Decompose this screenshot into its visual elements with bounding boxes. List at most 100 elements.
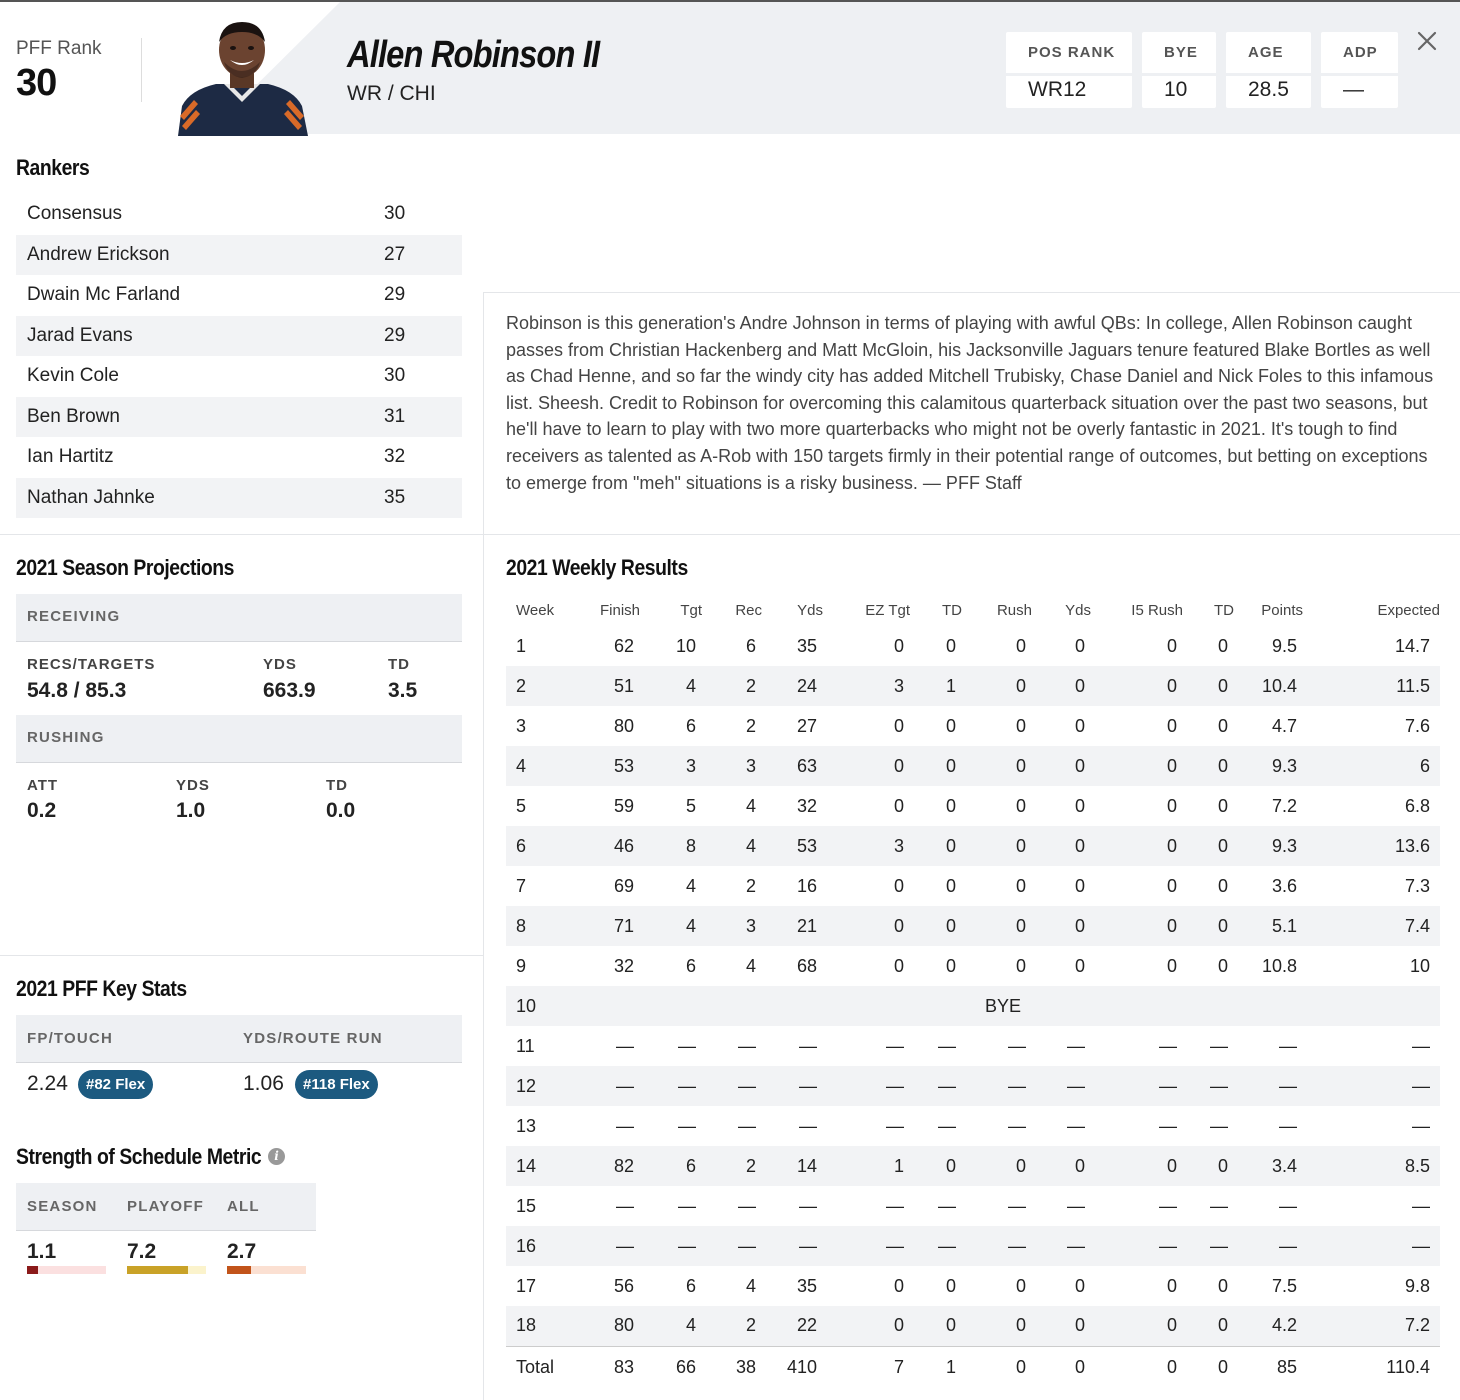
table-cell: 66 [646, 1345, 708, 1388]
table-cell: 0 [1074, 1155, 1085, 1176]
table-cell: 0 [1166, 955, 1177, 976]
table-cell: 0 [1074, 875, 1085, 896]
table-cell: 11 [516, 1035, 535, 1056]
table-cell: 0 [945, 755, 956, 776]
table-cell: — [1279, 1035, 1297, 1056]
ranker-row: Kevin Cole 30 [16, 356, 462, 397]
table-cell: 22 [796, 1315, 817, 1336]
ranker-rank: 29 [384, 284, 406, 306]
table-cell: 2 [745, 675, 756, 696]
table-cell: 6 [516, 835, 527, 856]
table-cell: — [799, 1075, 817, 1096]
yprr-badge: #118 Flex [295, 1070, 378, 1099]
column-header: Rush [996, 601, 1032, 619]
table-cell: 6 [685, 715, 696, 736]
table-cell: 410 [768, 1345, 829, 1388]
table-cell: 0 [945, 875, 956, 896]
table-row: 9 32 6 4 68 0 0 0 0 0 0 10.8 10 [506, 946, 1440, 986]
table-cell: — [799, 1035, 817, 1056]
table-cell: 10.4 [1261, 675, 1297, 696]
table-row: 14 82 6 2 14 1 0 0 0 0 0 3.4 8.5 [506, 1146, 1440, 1186]
table-cell: 7.3 [1404, 875, 1430, 896]
table-cell: — [616, 1075, 634, 1096]
sos-season-bar [27, 1266, 106, 1274]
table-cell: — [886, 1035, 904, 1056]
table-cell: — [1210, 1075, 1228, 1096]
close-icon[interactable] [1414, 28, 1440, 54]
stat-value: 28.5 [1248, 78, 1289, 101]
table-cell: — [938, 1115, 956, 1136]
table-cell: 4 [685, 875, 696, 896]
table-cell: — [1210, 1035, 1228, 1056]
fp-touch-value: 2.24 [27, 1072, 68, 1095]
section-divider [484, 534, 1460, 535]
table-cell: 4 [685, 915, 696, 936]
table-cell: 3.4 [1271, 1155, 1297, 1176]
table-cell: — [938, 1235, 956, 1256]
table-cell: 6 [685, 1275, 696, 1296]
table-cell: 32 [796, 795, 817, 816]
table-cell: — [1279, 1235, 1297, 1256]
table-cell: — [1279, 1195, 1297, 1216]
table-cell: 24 [796, 675, 817, 696]
table-cell: 0 [1189, 1345, 1240, 1388]
table-cell: — [738, 1075, 756, 1096]
table-cell: — [678, 1235, 696, 1256]
info-icon[interactable]: i [268, 1148, 285, 1165]
table-cell: — [1067, 1115, 1085, 1136]
table-cell: — [616, 1035, 634, 1056]
table-cell: 0 [1074, 915, 1085, 936]
column-header: Finish [599, 601, 640, 619]
table-cell: — [799, 1235, 817, 1256]
column-header: Rec [735, 601, 762, 619]
ranker-row: Andrew Erickson 27 [16, 234, 462, 275]
column-header: Tgt [680, 601, 702, 619]
table-cell: 0 [893, 795, 904, 816]
section-divider [0, 534, 484, 535]
table-cell: 0 [1074, 675, 1085, 696]
ranker-name: Kevin Cole [27, 365, 119, 387]
table-cell: 16 [516, 1235, 537, 1256]
table-cell: 0 [1015, 675, 1026, 696]
table-cell: 0 [1166, 715, 1177, 736]
sos-season-value: 1.1 [27, 1240, 57, 1263]
player-header: PFF Rank 30 Allen Robinson II WR / CHI P… [0, 0, 1460, 136]
table-cell: 110.4 [1315, 1345, 1440, 1388]
table-cell: 56 [613, 1275, 634, 1296]
table-cell: — [678, 1075, 696, 1096]
table-cell: 85 [1240, 1345, 1315, 1388]
table-row: 7 69 4 2 16 0 0 0 0 0 0 3.6 7.3 [506, 866, 1440, 906]
table-cell: 3 [685, 755, 696, 776]
table-cell: — [938, 1075, 956, 1096]
table-cell: 38 [708, 1345, 768, 1388]
table-cell: 0 [1015, 795, 1026, 816]
rush-yds-value: 1.0 [176, 799, 206, 822]
table-cell: 0 [893, 875, 904, 896]
ranker-rank: 30 [384, 365, 406, 387]
ranker-row: Dwain Mc Farland 29 [16, 275, 462, 316]
table-cell: — [738, 1235, 756, 1256]
table-cell: 7.5 [1271, 1275, 1297, 1296]
table-cell: 1 [916, 1345, 968, 1388]
table-cell: 2 [745, 1315, 756, 1336]
table-cell: — [1159, 1235, 1177, 1256]
table-cell: 1 [945, 675, 956, 696]
table-cell: — [1159, 1075, 1177, 1096]
table-cell: 0 [968, 1345, 1038, 1388]
column-header: Yds [797, 601, 823, 619]
table-cell: 0 [945, 1275, 956, 1296]
table-cell: 80 [613, 715, 634, 736]
stat-adp: ADP — [1321, 32, 1398, 108]
table-cell: 53 [613, 755, 634, 776]
table-cell: 0 [1015, 1315, 1026, 1336]
table-cell: 4 [745, 1275, 756, 1296]
table-cell: 2 [516, 675, 527, 696]
table-cell: 0 [1015, 715, 1026, 736]
table-cell: — [799, 1115, 817, 1136]
table-header-row: Week Finish Tgt Rec Yds EZ Tgt TD Rush Yds I5 Rus… [506, 594, 1440, 626]
table-cell: 6 [685, 955, 696, 976]
column-header: EZ Tgt [865, 601, 910, 619]
table-cell: 0 [1074, 1315, 1085, 1336]
table-cell: 5 [516, 795, 527, 816]
table-cell: 0 [1015, 915, 1026, 936]
